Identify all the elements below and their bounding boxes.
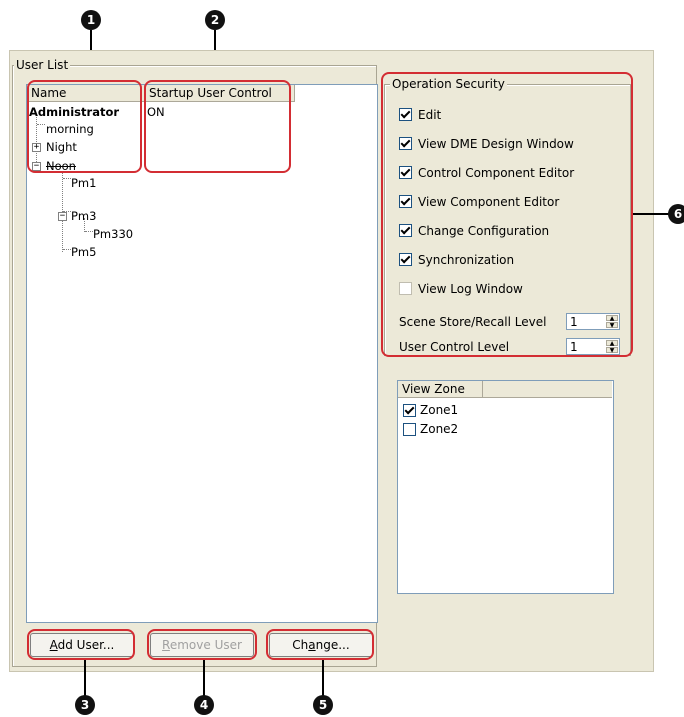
highlight-remove-user: [147, 629, 257, 660]
callout-marker-3: 3: [75, 695, 95, 715]
highlight-operation-security: [381, 72, 633, 357]
callout-leader-6: [633, 213, 670, 215]
callout-leader-4: [203, 660, 205, 697]
zone1-checkbox[interactable]: [403, 404, 416, 417]
collapse-minus-icon[interactable]: −: [58, 212, 67, 221]
callout-marker-1: 1: [81, 10, 101, 30]
tree-line: [63, 249, 71, 250]
callout-marker-2: 2: [205, 10, 225, 30]
tree-line: [85, 231, 93, 232]
column-header-blank: [483, 381, 612, 398]
user-row-pm5[interactable]: Pm5: [71, 245, 96, 259]
user-row-pm1[interactable]: Pm1: [71, 176, 96, 190]
column-header-view-zone[interactable]: View Zone: [398, 381, 483, 398]
user-list-legend: User List: [14, 58, 71, 72]
highlight-name-column: [27, 80, 142, 173]
user-row-pm3[interactable]: Pm3: [71, 209, 96, 223]
zone1-label: Zone1: [420, 403, 459, 417]
callout-marker-4: 4: [194, 695, 214, 715]
highlight-change: [266, 629, 374, 660]
view-zone-list[interactable]: View Zone Zone1 Zone2: [397, 380, 614, 594]
highlight-add-user: [27, 629, 135, 660]
callout-leader-5: [322, 660, 324, 697]
zone2-label: Zone2: [420, 422, 459, 436]
user-row-pm330[interactable]: Pm330: [93, 227, 133, 241]
zone2-checkbox[interactable]: [403, 423, 416, 436]
callout-marker-6: 6: [668, 204, 684, 224]
callout-leader-3: [84, 660, 86, 697]
tree-line: [63, 178, 71, 179]
highlight-startup-column: [144, 80, 291, 173]
callout-marker-5: 5: [313, 695, 333, 715]
